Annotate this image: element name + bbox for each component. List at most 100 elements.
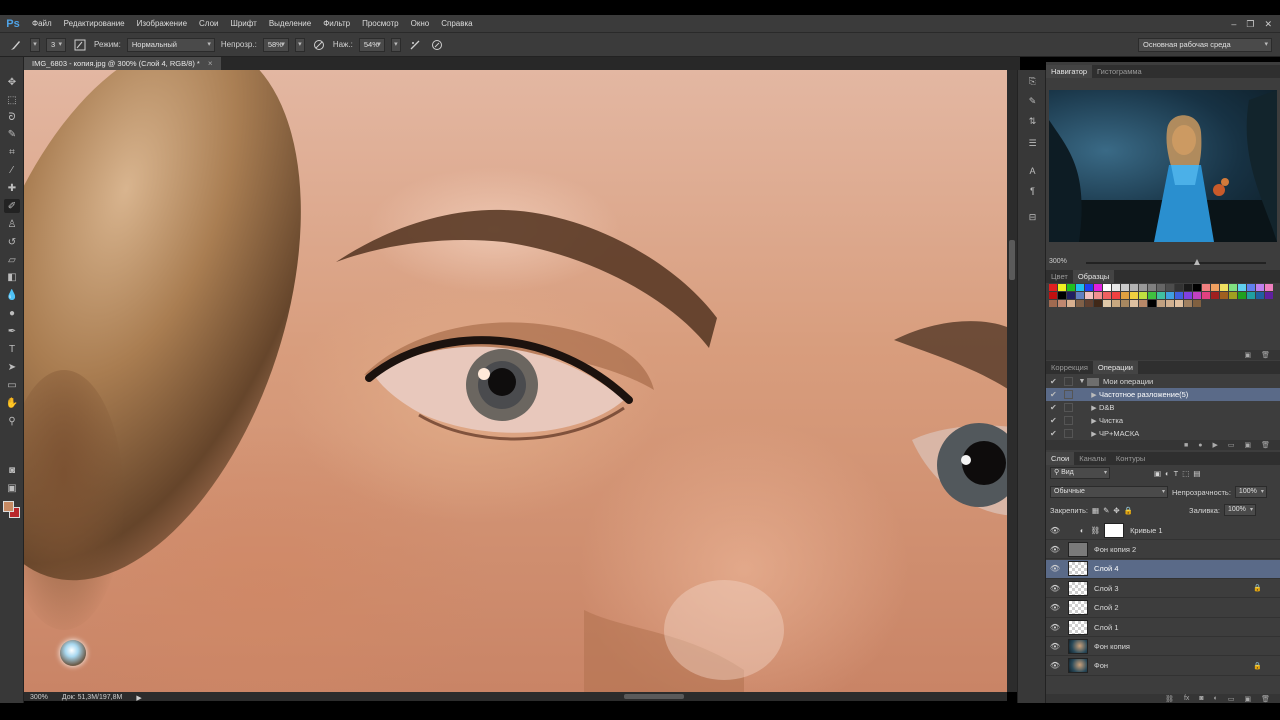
brush-presets-icon[interactable]: ✎ [1025,94,1040,108]
menu-item[interactable]: Окно [405,15,436,33]
quick-selection-tool-icon[interactable]: ✎ [4,127,20,141]
horizontal-scroll-thumb[interactable] [624,694,684,699]
new-swatch-icon[interactable]: ▣ [1244,351,1251,359]
color-swatch[interactable] [1067,284,1075,291]
expand-right-icon[interactable]: ▶ [1089,430,1099,438]
expand-right-icon[interactable]: ▶ [1089,417,1099,425]
filter-pixel-icon[interactable]: ▣ [1154,469,1161,478]
tool-presets-icon[interactable]: ⇅ [1025,114,1040,128]
menu-item[interactable]: Просмотр [356,15,405,33]
expand-right-icon[interactable]: ▶ [1089,391,1099,399]
link-layers-icon[interactable]: ⛓ [1165,695,1174,703]
color-swatch[interactable] [1184,300,1192,307]
mode-select[interactable]: Нормальный [126,37,215,52]
layer-row[interactable]: 👁 Фон 🔒 [1046,657,1280,676]
color-swatch[interactable] [1166,300,1174,307]
check-icon[interactable]: ✔ [1050,416,1060,425]
new-adjustment-icon[interactable]: ◐ [1214,695,1218,702]
layer-thumbnail[interactable] [1068,541,1088,557]
mask-link-icon[interactable]: ⛓ [1091,526,1101,535]
color-swatch[interactable] [1220,284,1228,291]
stop-icon[interactable]: ■ [1184,442,1188,449]
menu-item[interactable]: Изображение [131,15,193,33]
lock-image-icon[interactable]: ✎ [1103,506,1109,515]
color-swatch[interactable] [1121,292,1129,299]
check-icon[interactable]: ✔ [1050,377,1060,386]
check-icon[interactable]: ✔ [1050,429,1060,438]
layer-filter-select[interactable]: ⚲ Вид [1050,467,1110,479]
color-swatch[interactable] [1157,292,1165,299]
color-swatch[interactable] [1103,300,1111,307]
dialog-toggle[interactable] [1064,390,1073,399]
color-swatch[interactable] [1085,300,1093,307]
eyedropper-tool-icon[interactable]: ⁄ [4,163,20,177]
color-swatch[interactable] [1112,292,1120,299]
filter-type-icon[interactable]: T [1174,469,1179,478]
layer-thumbnail[interactable] [1068,600,1088,616]
navigator-zoom-value[interactable]: 300% [1049,258,1067,265]
action-set[interactable]: ✔ ▼ Мои операции [1046,375,1280,388]
color-swatch[interactable] [1265,292,1273,299]
dialog-toggle[interactable] [1064,377,1073,386]
dialog-toggle[interactable] [1064,416,1073,425]
layer-row[interactable]: 👁 Слой 3 🔒 [1046,579,1280,599]
menu-item[interactable]: Выделение [263,15,317,33]
delete-layer-icon[interactable]: 🗑 [1261,695,1270,703]
color-swatch[interactable] [1202,284,1210,291]
color-swatch[interactable] [1238,284,1246,291]
menu-item[interactable]: Слои [193,15,224,33]
eye-icon[interactable]: 👁 [1046,623,1064,632]
color-swatch[interactable] [1130,300,1138,307]
color-swatch[interactable] [1112,300,1120,307]
navigator-thumbnail[interactable] [1049,90,1277,242]
color-swatch[interactable] [1265,284,1273,291]
color-swatch[interactable] [1121,300,1129,307]
screen-mode-icon[interactable]: ▣ [4,481,20,495]
type-tool-icon[interactable]: T [4,342,20,356]
marquee-tool-icon[interactable]: ⬚ [4,93,20,107]
brush-size-picker[interactable]: 3 [46,37,66,52]
color-swatch[interactable] [1166,284,1174,291]
clone-stamp-tool-icon[interactable]: ♙ [4,217,20,231]
paragraph-icon[interactable]: ¶ [1025,184,1040,198]
tab-actions[interactable]: Операции [1092,361,1138,374]
action-item[interactable]: ✔ ▶ D&B [1046,401,1280,414]
layer-name[interactable]: Слой 1 [1094,623,1119,632]
healing-brush-tool-icon[interactable]: ✚ [4,181,20,195]
layer-thumbnail[interactable] [1068,580,1088,596]
color-swatch[interactable] [1049,292,1057,299]
layer-row[interactable]: 👁 Фон копия 2 [1046,540,1280,560]
color-swatch[interactable] [1148,292,1156,299]
color-swatch[interactable] [1085,292,1093,299]
color-swatch[interactable] [1175,300,1183,307]
tablet-size-pressure-icon[interactable] [429,37,445,53]
layer-thumbnail[interactable] [1068,658,1088,674]
delete-action-icon[interactable]: 🗑 [1261,441,1270,449]
eye-icon[interactable]: 👁 [1046,584,1064,593]
menu-item[interactable]: Редактирование [58,15,131,33]
menu-item[interactable]: Фильтр [317,15,356,33]
new-group-icon[interactable]: ▭ [1228,695,1235,703]
layer-name[interactable]: Слой 3 [1094,584,1119,593]
color-swatch[interactable] [1067,300,1075,307]
color-swatch[interactable] [1157,284,1165,291]
layer-thumbnail[interactable] [1068,638,1088,654]
layer-name[interactable]: Фон копия [1094,642,1130,651]
record-icon[interactable]: ● [1198,442,1202,449]
dialog-toggle[interactable] [1064,429,1073,438]
restore-icon[interactable]: ❐ [1246,19,1254,30]
fill-input[interactable]: 100% [1224,504,1256,516]
eye-icon[interactable]: 👁 [1046,642,1064,651]
tab-adjustments[interactable]: Коррекция [1046,361,1093,374]
tab-histogram[interactable]: Гистограмма [1092,65,1147,78]
status-menu-arrow-icon[interactable]: ▶ [136,694,141,702]
properties-icon[interactable]: ☰ [1025,136,1040,150]
opacity-input[interactable]: 58% [262,37,289,52]
brush-tool-icon[interactable] [8,37,24,53]
color-swatch[interactable] [1247,292,1255,299]
opacity-slider-toggle[interactable]: ▾ [294,37,305,52]
color-swatch[interactable] [1130,292,1138,299]
color-swatch[interactable] [1049,300,1057,307]
color-swatch[interactable] [1184,292,1192,299]
tab-color[interactable]: Цвет [1046,270,1073,283]
